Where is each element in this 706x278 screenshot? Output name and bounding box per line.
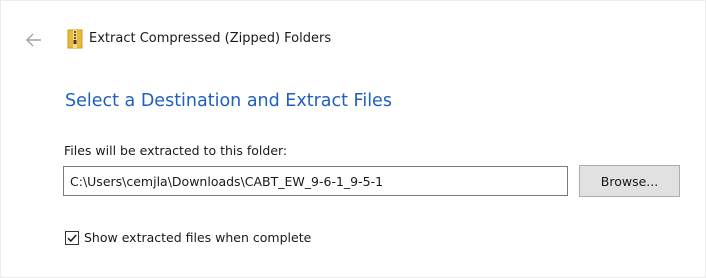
- wizard-header: Extract Compressed (Zipped) Folders: [1, 1, 705, 81]
- window-title: Extract Compressed (Zipped) Folders: [89, 31, 332, 46]
- destination-label: Files will be extracted to this folder:: [64, 143, 288, 158]
- zip-folder-icon: [67, 29, 83, 49]
- show-extracted-files-label[interactable]: Show extracted files when complete: [84, 230, 311, 245]
- checkmark-icon: [67, 234, 77, 243]
- back-button[interactable]: [23, 30, 45, 50]
- browse-button[interactable]: Browse...: [579, 165, 680, 197]
- extract-wizard-window: Extract Compressed (Zipped) Folders Sele…: [0, 0, 706, 278]
- show-extracted-files-checkbox[interactable]: [65, 231, 79, 245]
- page-heading: Select a Destination and Extract Files: [65, 91, 392, 111]
- arrow-left-icon: [26, 33, 41, 47]
- destination-path-input[interactable]: [63, 166, 568, 196]
